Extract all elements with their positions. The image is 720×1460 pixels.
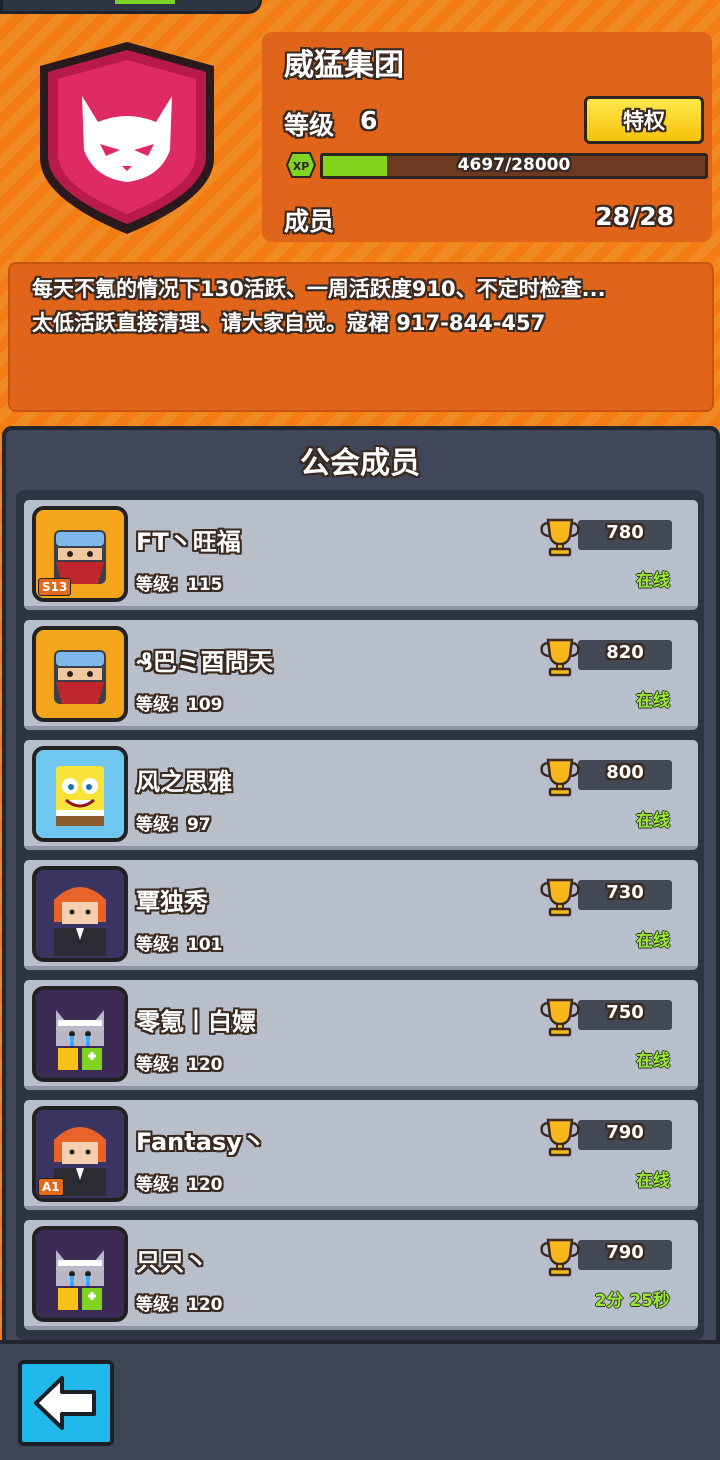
description-line-1: 每天不氪的情况下130活跃、一周活跃度910、不定时检查... (32, 277, 606, 301)
trophy-icon (540, 638, 580, 677)
back-button[interactable] (18, 1360, 114, 1446)
member-name: ₰巴ミ酉問天 (136, 648, 273, 676)
member-row[interactable]: ₰巴ミ酉問天等级：109 820 在线 (24, 620, 698, 730)
member-name: FT丶旺福 (136, 528, 241, 556)
guild-emblem (40, 42, 214, 234)
member-status: 2分 25秒 (594, 1291, 670, 1311)
member-level: 等级：109 (136, 695, 223, 715)
member-level: 等级：120 (136, 1055, 223, 1075)
member-row[interactable]: 风之思雅等级：97 800 在线 (24, 740, 698, 850)
members-label: 成员 (284, 207, 335, 236)
member-status: 在线 (636, 931, 670, 951)
member-level: 等级：97 (136, 815, 211, 835)
trophy-count-bar: 820 (578, 640, 672, 670)
members-panel-title: 公会成员 (300, 446, 420, 481)
trophy-count-bar: 790 (578, 1240, 672, 1270)
trophy-count-bar: 800 (578, 760, 672, 790)
trophy-count: 750 (606, 1002, 644, 1023)
trophy-count: 820 (606, 642, 644, 663)
trophy-count: 790 (606, 1242, 644, 1263)
member-name: Fantasy丶 (136, 1128, 266, 1156)
member-status: 在线 (636, 571, 670, 591)
guild-level-label: 等级 (284, 111, 335, 140)
member-name: 覃独秀 (136, 888, 208, 916)
member-status: 在线 (636, 1171, 670, 1191)
member-name: 只只丶 (136, 1248, 208, 1276)
perks-button[interactable]: 特权 (584, 96, 704, 144)
sponge-avatar-icon[interactable] (32, 746, 128, 842)
member-badge: A1 (38, 1178, 64, 1196)
member-level: 等级：120 (136, 1295, 223, 1315)
perks-button-label: 特权 (623, 109, 665, 133)
guild-level-value: 6 (360, 106, 378, 135)
member-row[interactable]: 覃独秀等级：101 730 在线 (24, 860, 698, 970)
masked-bandit-avatar-icon[interactable] (32, 626, 128, 722)
member-level: 等级：115 (136, 575, 223, 595)
red-hair-avatar-icon[interactable] (32, 866, 128, 962)
masked-bandit-avatar-icon[interactable]: S13 (32, 506, 128, 602)
guild-description: 每天不氪的情况下130活跃、一周活跃度910、不定时检查... 太低活跃直接清理… (8, 262, 714, 412)
back-arrow-icon (34, 1376, 96, 1430)
trophy-count-bar: 790 (578, 1120, 672, 1150)
crying-cat-avatar-icon[interactable] (32, 1226, 128, 1322)
trophy-icon (540, 998, 580, 1037)
member-level: 等级：120 (136, 1175, 223, 1195)
trophy-count: 800 (606, 762, 644, 783)
member-level: 等级：101 (136, 935, 223, 955)
top-status-strip (0, 0, 262, 14)
trophy-count-bar: 780 (578, 520, 672, 550)
svg-text:XP: XP (293, 160, 310, 173)
member-badge: S13 (38, 578, 72, 596)
trophy-icon (540, 878, 580, 917)
trophy-count-bar: 730 (578, 880, 672, 910)
member-name: 风之思雅 (136, 768, 232, 796)
member-row[interactable]: 零氪丨白嫖等级：120 750 在线 (24, 980, 698, 1090)
member-status: 在线 (636, 811, 670, 831)
description-line-2: 太低活跃直接清理、请大家自觉。寇裙 917-844-457 (32, 311, 546, 335)
member-status: 在线 (636, 1051, 670, 1071)
member-row[interactable]: A1 Fantasy丶等级：120 790 在线 (24, 1100, 698, 1210)
xp-icon: XP (286, 152, 316, 178)
member-row[interactable]: S13 FT丶旺福等级：115 780 在线 (24, 500, 698, 610)
trophy-icon (540, 1238, 580, 1277)
trophy-icon (540, 518, 580, 557)
member-row[interactable]: 只只丶等级：120 790 2分 25秒 (24, 1220, 698, 1330)
red-hair-avatar-icon[interactable]: A1 (32, 1106, 128, 1202)
xp-text: 4697/28000 (457, 155, 571, 175)
trophy-count: 790 (606, 1122, 644, 1143)
trophy-icon (540, 1118, 580, 1157)
trophy-count: 780 (606, 522, 644, 543)
member-name: 零氪丨白嫖 (136, 1008, 256, 1036)
trophy-icon (540, 758, 580, 797)
xp-progress-bar: 4697/28000 (320, 153, 708, 179)
members-count: 28/28 (595, 202, 674, 231)
member-status: 在线 (636, 691, 670, 711)
guild-name: 威猛集团 (284, 48, 404, 83)
crying-cat-avatar-icon[interactable] (32, 986, 128, 1082)
trophy-count-bar: 750 (578, 1000, 672, 1030)
trophy-count: 730 (606, 882, 644, 903)
